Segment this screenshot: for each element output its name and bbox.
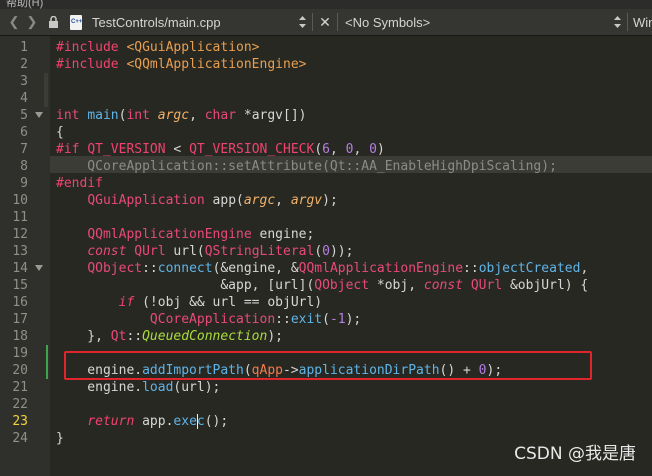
file-tab[interactable]: TestControls/main.cpp [92,9,221,35]
symbols-arrows[interactable] [610,9,624,35]
fold-arrow-icon[interactable] [35,265,43,271]
line-number: 5 [20,108,28,123]
code-line[interactable]: QObject::connect(&engine, &QQmlApplicati… [56,260,588,277]
window-label: Win [633,14,652,30]
change-marker [44,73,48,90]
line-number-gutter: 1 2 3 4 5 6 7 8 9 10 11 12 13 14 15 16 17 18 19 20 21 22 23 24 [0,36,50,476]
code-line[interactable]: #include <QGuiApplication> [56,39,260,56]
line-number: 15 [12,278,28,293]
line-number: 2 [20,57,28,72]
change-marker [44,90,48,107]
code-line[interactable]: }, Qt::QueuedConnection); [56,328,283,345]
line-number: 8 [20,159,28,174]
code-line[interactable]: QQmlApplicationEngine engine; [56,226,314,243]
change-marker [46,362,48,379]
line-number: 23 [12,414,28,429]
line-number: 10 [12,193,28,208]
forward-icon[interactable]: ❯ [24,9,40,35]
code-line[interactable]: #endif [56,175,103,192]
code-line[interactable]: int main(int argc, char *argv[]) [56,107,307,124]
code-line[interactable]: engine.load(url); [56,379,220,396]
line-number: 20 [12,363,28,378]
text-cursor [196,414,198,429]
window-menu[interactable]: Win [633,9,652,35]
file-name: TestControls/main.cpp [92,14,221,30]
line-number: 7 [20,142,28,157]
line-number: 3 [20,74,28,89]
file-dropdown[interactable] [295,9,309,35]
highlight-box [64,351,592,380]
line-number: 17 [12,312,28,327]
line-number: 14 [12,261,28,276]
code-line[interactable]: &app, [url](QObject *obj, const QUrl &ob… [56,277,588,294]
code-line[interactable]: QGuiApplication app(argc, argv); [56,192,337,209]
cpp-file-icon: C++ [68,9,84,35]
updown-arrows-icon-2 [613,16,621,28]
line-number: 13 [12,244,28,259]
lock-icon[interactable] [46,9,60,35]
line-number: 4 [20,91,28,106]
line-number: 6 [20,125,28,140]
line-number: 19 [12,346,28,361]
watermark: CSDN @我是唐 [514,444,636,464]
symbols-dropdown[interactable]: <No Symbols> [345,9,430,35]
code-editor[interactable]: 1 2 3 4 5 6 7 8 9 10 11 12 13 14 15 16 17 18 19 20 21 22 23 24 … [0,36,652,476]
line-number: 22 [12,397,28,412]
line-number: 21 [12,380,28,395]
code-line[interactable]: QCoreApplication::setAttribute(Qt::AA_En… [56,158,557,175]
line-number: 18 [12,329,28,344]
code-line[interactable]: const QUrl url(QStringLiteral(0)); [56,243,353,260]
close-file-icon[interactable]: ✕ [317,9,333,35]
code-line[interactable]: } [56,430,64,447]
line-number: 12 [12,227,28,242]
code-line[interactable]: QCoreApplication::exit(-1); [56,311,361,328]
editor-toolbar: ❮ ❯ C++ TestControls/main.cpp ✕ <No Symb… [0,9,652,36]
code-area[interactable]: #include <QGuiApplication> #include <QQml… [50,36,652,476]
file-icon-label: C++ [71,18,83,25]
symbols-label: <No Symbols> [345,14,431,30]
line-number: 16 [12,295,28,310]
updown-arrows-icon [298,16,306,28]
line-number: 9 [20,176,28,191]
code-line[interactable]: return app.exec(); [56,413,228,430]
code-line[interactable]: #include <QQmlApplicationEngine> [56,56,306,73]
menu-bar: 帮助(H) [0,0,652,9]
line-number: 24 [12,431,28,446]
line-number: 11 [12,210,28,225]
fold-arrow-icon[interactable] [35,112,43,118]
back-icon[interactable]: ❮ [6,9,22,35]
code-line[interactable]: if (!obj && url == objUrl) [56,294,323,311]
line-number: 1 [20,40,28,55]
change-marker [46,345,48,362]
help-menu[interactable]: 帮助(H) [6,0,43,9]
code-line[interactable]: { [56,124,64,141]
code-line[interactable]: #if QT_VERSION < QT_VERSION_CHECK(6, 0, … [56,141,385,158]
